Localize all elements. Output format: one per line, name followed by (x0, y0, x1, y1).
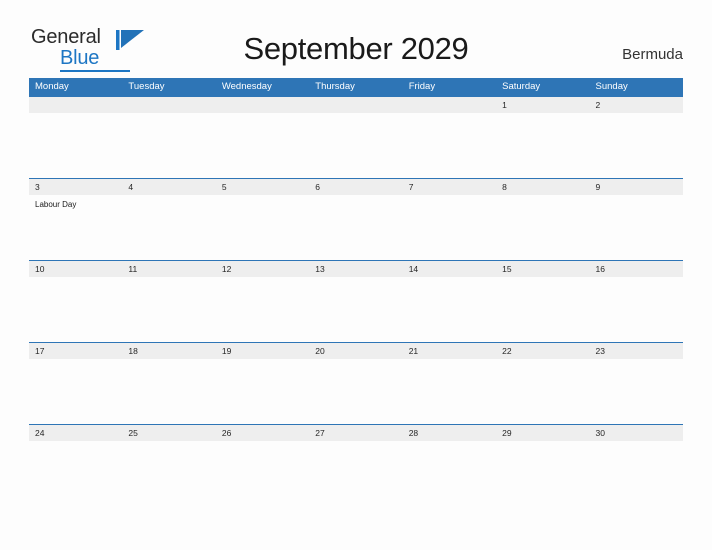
calendar-grid: Monday Tuesday Wednesday Thursday Friday… (29, 78, 683, 506)
page-title: September 2029 (243, 31, 469, 66)
logo-underline (60, 70, 130, 72)
day-cell[interactable] (122, 277, 215, 342)
day-cell[interactable] (216, 113, 309, 178)
day-cell[interactable] (496, 113, 589, 178)
day-cell[interactable] (590, 359, 683, 424)
weekday-friday: Friday (408, 81, 436, 92)
date-number[interactable]: 12 (216, 261, 309, 277)
weekday-monday: Monday (35, 81, 69, 92)
day-cell[interactable] (309, 277, 402, 342)
day-cell[interactable] (29, 359, 122, 424)
date-number[interactable]: 1 (496, 97, 589, 113)
date-number[interactable]: 25 (122, 425, 215, 441)
page-header: General Blue September 2029 Bermuda (0, 0, 712, 72)
date-number[interactable]: 17 (29, 343, 122, 359)
weekday-thursday: Thursday (315, 81, 355, 92)
weekday-saturday: Saturday (502, 81, 541, 92)
day-cell[interactable] (29, 441, 122, 506)
week-row: 17 18 19 20 21 22 23 (29, 342, 683, 424)
day-cell[interactable] (216, 195, 309, 260)
day-cell[interactable] (403, 277, 496, 342)
date-number[interactable] (403, 97, 496, 113)
date-number[interactable]: 4 (122, 179, 215, 195)
day-cell[interactable]: Labour Day (29, 195, 122, 260)
day-cell[interactable] (122, 113, 215, 178)
day-cell[interactable] (590, 113, 683, 178)
date-number[interactable]: 16 (590, 261, 683, 277)
weekday-sunday: Sunday (595, 81, 628, 92)
date-number[interactable]: 28 (403, 425, 496, 441)
date-number[interactable]: 19 (216, 343, 309, 359)
week-body (29, 277, 683, 342)
week-date-band: 3 4 5 6 7 8 9 (29, 178, 683, 195)
date-number[interactable]: 7 (403, 179, 496, 195)
week-body (29, 441, 683, 506)
day-cell[interactable] (403, 359, 496, 424)
day-cell[interactable] (590, 441, 683, 506)
date-number[interactable]: 10 (29, 261, 122, 277)
week-date-band: 10 11 12 13 14 15 16 (29, 260, 683, 277)
date-number[interactable]: 2 (590, 97, 683, 113)
day-cell[interactable] (216, 441, 309, 506)
date-number[interactable]: 9 (590, 179, 683, 195)
date-number[interactable]: 15 (496, 261, 589, 277)
day-cell[interactable] (309, 195, 402, 260)
date-number[interactable]: 11 (122, 261, 215, 277)
date-number[interactable]: 18 (122, 343, 215, 359)
event-label: Labour Day (35, 200, 77, 209)
day-cell[interactable] (216, 359, 309, 424)
week-row: 10 11 12 13 14 15 16 (29, 260, 683, 342)
date-number[interactable]: 5 (216, 179, 309, 195)
week-row: 3 4 5 6 7 8 9 Labour Day (29, 178, 683, 260)
date-number[interactable]: 30 (590, 425, 683, 441)
day-cell[interactable] (590, 195, 683, 260)
day-cell[interactable] (216, 277, 309, 342)
date-number[interactable]: 22 (496, 343, 589, 359)
date-number[interactable]: 27 (309, 425, 402, 441)
date-number[interactable] (309, 97, 402, 113)
week-row: 24 25 26 27 28 29 30 (29, 424, 683, 506)
date-number[interactable]: 23 (590, 343, 683, 359)
date-number[interactable]: 29 (496, 425, 589, 441)
date-number[interactable]: 8 (496, 179, 589, 195)
date-number[interactable] (216, 97, 309, 113)
date-number[interactable]: 6 (309, 179, 402, 195)
day-cell[interactable] (29, 113, 122, 178)
weekday-tuesday: Tuesday (128, 81, 165, 92)
day-cell[interactable] (590, 277, 683, 342)
date-number[interactable]: 26 (216, 425, 309, 441)
day-cell[interactable] (29, 277, 122, 342)
weekday-wednesday: Wednesday (221, 81, 272, 92)
date-number[interactable]: 21 (403, 343, 496, 359)
day-cell[interactable] (309, 441, 402, 506)
day-cell[interactable] (309, 359, 402, 424)
week-row: 1 2 (29, 96, 683, 178)
date-number[interactable]: 24 (29, 425, 122, 441)
weekday-header-row: Monday Tuesday Wednesday Thursday Friday… (29, 78, 683, 96)
day-cell[interactable] (122, 441, 215, 506)
date-number[interactable] (122, 97, 215, 113)
day-cell[interactable] (403, 441, 496, 506)
day-cell[interactable] (122, 359, 215, 424)
date-number[interactable]: 14 (403, 261, 496, 277)
week-body (29, 359, 683, 424)
date-number[interactable]: 3 (29, 179, 122, 195)
day-cell[interactable] (403, 195, 496, 260)
day-cell[interactable] (496, 277, 589, 342)
date-number[interactable]: 13 (309, 261, 402, 277)
date-number[interactable]: 20 (309, 343, 402, 359)
day-cell[interactable] (403, 113, 496, 178)
day-cell[interactable] (496, 195, 589, 260)
week-date-band: 1 2 (29, 96, 683, 113)
week-body (29, 113, 683, 178)
week-date-band: 17 18 19 20 21 22 23 (29, 342, 683, 359)
location-label: Bermuda (622, 46, 683, 63)
day-cell[interactable] (496, 441, 589, 506)
week-body: Labour Day (29, 195, 683, 260)
day-cell[interactable] (122, 195, 215, 260)
day-cell[interactable] (309, 113, 402, 178)
date-number[interactable] (29, 97, 122, 113)
week-date-band: 24 25 26 27 28 29 30 (29, 424, 683, 441)
day-cell[interactable] (496, 359, 589, 424)
